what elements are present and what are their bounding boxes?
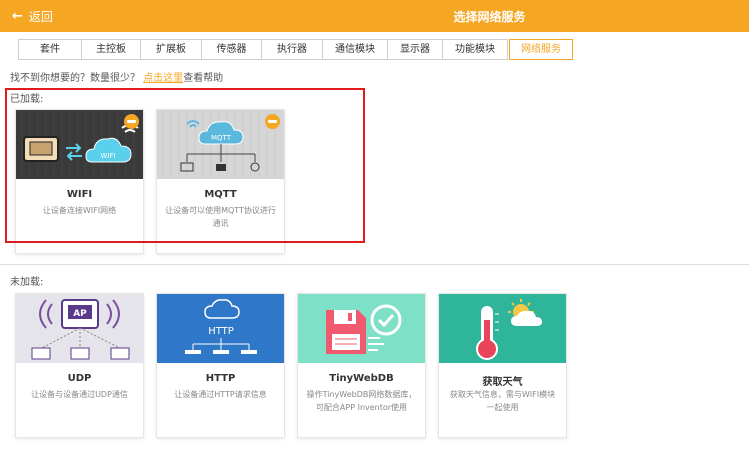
loaded-highlight-box — [5, 88, 365, 243]
udp-art-label: AP — [73, 309, 87, 319]
card-weather[interactable]: 获取天气 获取天气信息，需与WIFI模块一起使用 — [438, 293, 567, 438]
tab-displays[interactable]: 显示器 — [387, 39, 443, 60]
top-bar: ← 返回 选择网络服务 — [0, 0, 749, 32]
tab-communication[interactable]: 通信模块 — [322, 39, 388, 60]
card-description: 获取天气信息，需与WIFI模块一起使用 — [449, 390, 556, 412]
card-title: HTTP — [205, 373, 236, 384]
database-save-icon — [298, 294, 425, 363]
card-title: UDP — [67, 373, 92, 384]
tab-sensors[interactable]: 传感器 — [201, 39, 262, 60]
tab-network-services[interactable]: 网络服务 — [509, 39, 573, 60]
tab-function-modules[interactable]: 功能模块 — [442, 39, 508, 60]
card-title: 获取天气 — [482, 377, 523, 388]
tab-actuators[interactable]: 执行器 — [261, 39, 323, 60]
card-description: 操作TinyWebDB网络数据库，可配合APP Inventor使用 — [306, 390, 417, 412]
help-text: 找不到你想要的？数量很少？ 点击这里查看帮助 — [10, 69, 223, 84]
http-card-image: HTTP — [157, 294, 284, 363]
section-divider — [0, 264, 749, 265]
card-tinywebdb[interactable]: TinyWebDB 操作TinyWebDB网络数据库，可配合APP Invent… — [297, 293, 426, 438]
udp-illustration-icon: AP — [16, 294, 143, 363]
tinywebdb-card-image — [298, 294, 425, 363]
tab-main-board[interactable]: 主控板 — [81, 39, 141, 60]
card-description: 让设备通过HTTP请求信息 — [174, 390, 267, 399]
card-http[interactable]: HTTP HTTP 让设备通过HTTP请求信息 — [156, 293, 285, 438]
card-udp[interactable]: AP UDP 让设备与设备通过UDP通信 — [15, 293, 144, 438]
udp-card-image: AP — [16, 294, 143, 363]
http-illustration-icon: HTTP — [157, 294, 284, 363]
help-prefix: 找不到你想要的？数量很少？ — [10, 73, 140, 84]
tab-expansion-board[interactable]: 扩展板 — [140, 39, 202, 60]
weather-card-image — [439, 294, 566, 363]
card-description: 让设备与设备通过UDP通信 — [31, 390, 128, 399]
page-title: 选择网络服务 — [453, 10, 526, 24]
card-title: TinyWebDB — [329, 373, 394, 384]
help-link[interactable]: 点击这里 — [143, 73, 183, 84]
http-art-label: HTTP — [208, 326, 234, 337]
watermark: 创客社区 — [665, 421, 741, 442]
help-suffix: 查看帮助 — [183, 73, 224, 84]
thermometer-weather-icon — [439, 294, 566, 363]
category-tabs: 套件 主控板 扩展板 传感器 执行器 通信模块 显示器 功能模块 网络服务 — [18, 39, 573, 60]
tab-kits[interactable]: 套件 — [18, 39, 82, 60]
unloaded-section-label: 未加载: — [10, 277, 44, 288]
